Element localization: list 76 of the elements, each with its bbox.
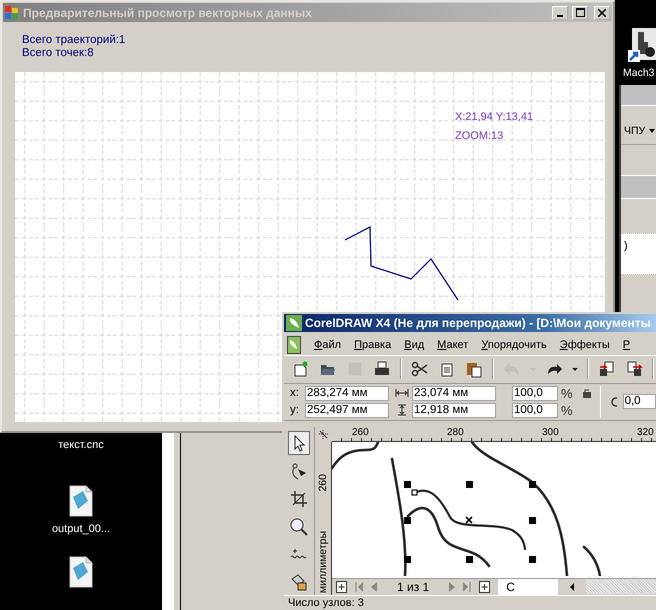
menu-item[interactable]: Р <box>622 336 630 353</box>
window-title: CorelDRAW X4 (Не для перепродажи) - [D:\Мои документы <box>305 316 651 330</box>
pick-tool-button[interactable] <box>288 430 310 455</box>
file-icon[interactable] <box>69 484 93 517</box>
scale-x-field[interactable]: 100,0 <box>512 386 558 401</box>
page-counter: 1 из 1 <box>396 580 430 594</box>
maximize-icon <box>576 8 584 17</box>
export-icon <box>625 360 643 378</box>
panel-strip <box>621 176 656 199</box>
zoom-text: ZOOM:13 <box>455 130 504 142</box>
percent-sign: % <box>561 386 573 401</box>
ruler-unit: миллиметры <box>317 530 329 593</box>
text-field[interactable]: ) <box>621 233 656 275</box>
close-button[interactable] <box>594 6 610 20</box>
stat-text: Всего траекторий:1 <box>22 34 126 47</box>
menu-item[interactable]: Эффекты <box>560 336 610 353</box>
shortcut-label[interactable]: Mach3 <box>623 67 655 79</box>
magnifier-icon <box>289 516 309 537</box>
scissors-icon <box>411 360 429 378</box>
add-page-button[interactable] <box>336 580 347 593</box>
app-icon <box>286 315 302 332</box>
scale-y-field[interactable]: 100,0 <box>512 402 558 418</box>
y-label: y: <box>290 404 300 416</box>
y-position-field[interactable]: 252,497 мм <box>305 402 389 418</box>
paint-bucket-icon <box>289 572 309 593</box>
cnc-dropdown[interactable]: ЧПУ <box>621 118 656 145</box>
menu-item[interactable]: Упорядочить <box>481 336 547 353</box>
caret-icon <box>649 129 656 133</box>
ruler-origin-icon[interactable] <box>318 428 329 440</box>
clipboard-icon <box>465 360 483 378</box>
menu-item[interactable]: Правка <box>354 336 392 353</box>
app-icon <box>5 6 19 20</box>
panel-strip <box>621 85 656 106</box>
ruler-label: 320 <box>637 426 654 438</box>
rotation-field[interactable]: 0,0 <box>622 394 656 410</box>
percent-sign: % <box>561 402 573 418</box>
import-icon <box>598 360 616 378</box>
x-position-field[interactable]: 283,274 мм <box>305 386 389 401</box>
shortcut-icon[interactable] <box>628 28 656 62</box>
ruler-label: 260 <box>317 474 329 492</box>
width-icon <box>395 388 409 398</box>
stat-text: Всего точек:8 <box>22 47 95 60</box>
new-document-icon <box>292 360 310 378</box>
file-label[interactable]: текст.cnc <box>58 439 104 451</box>
minimize-icon <box>557 14 563 16</box>
minimize-button[interactable] <box>552 6 568 20</box>
previous-icon <box>371 582 377 592</box>
window-title: Предварительный просмотр векторных данных <box>23 6 313 20</box>
add-page-button[interactable] <box>479 580 490 593</box>
ruler-label: 280 <box>447 426 464 438</box>
maximize-button[interactable] <box>572 6 588 20</box>
file-label[interactable]: output_00... <box>52 522 110 535</box>
coordinates-text: X:21,94 Y:13,41 <box>455 111 534 123</box>
menu-item[interactable]: Файл <box>314 336 342 353</box>
lock-icon[interactable] <box>582 388 592 398</box>
next-icon <box>449 582 456 592</box>
caret-icon <box>572 368 578 371</box>
page-tab[interactable]: С <box>498 578 558 595</box>
ruler-label: 300 <box>542 426 559 438</box>
x-label: x: <box>290 387 300 400</box>
add-page-icon <box>479 580 490 593</box>
add-page-icon <box>336 580 347 593</box>
document-icon[interactable] <box>287 336 301 354</box>
ruler-label: 260 <box>352 426 369 438</box>
height-icon <box>395 404 409 416</box>
last-page-icon <box>463 582 472 592</box>
status-text: Число узлов: 3 <box>284 594 656 610</box>
crop-icon <box>289 488 309 509</box>
first-page-icon <box>355 582 363 592</box>
height-field[interactable]: 12,918 мм <box>412 402 496 418</box>
close-icon <box>598 8 606 16</box>
menu-item[interactable]: Макет <box>437 336 468 353</box>
menu-item[interactable]: Вид <box>404 336 424 353</box>
width-field[interactable]: 23,074 мм <box>412 386 496 401</box>
file-icon[interactable] <box>69 556 93 588</box>
rotate-icon <box>609 394 617 409</box>
